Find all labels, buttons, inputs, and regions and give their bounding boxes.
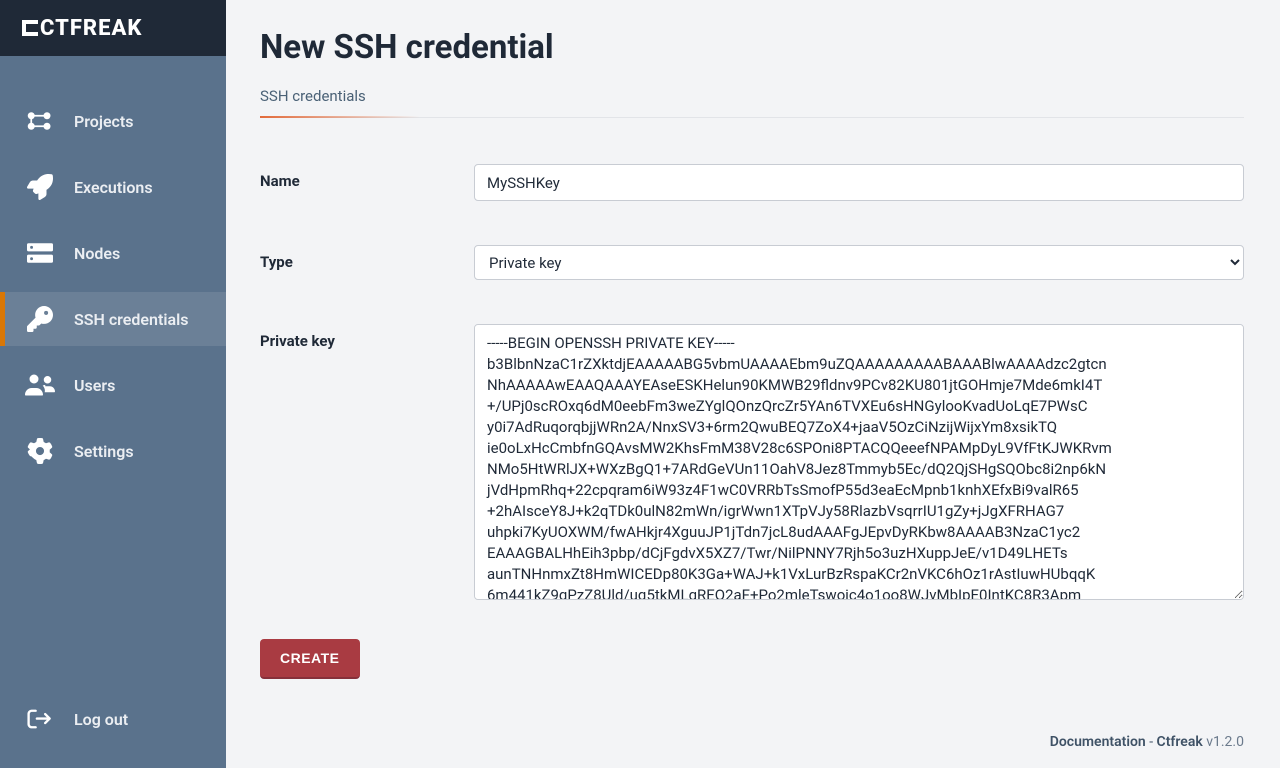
private-key-textarea[interactable]: -----BEGIN OPENSSH PRIVATE KEY----- b3Bl… <box>474 324 1244 600</box>
executions-icon <box>22 174 58 200</box>
brand-text: CTFREAK <box>40 16 142 41</box>
main-content: New SSH credential SSH credentials Name … <box>226 0 1280 768</box>
sidebar-item-label: Executions <box>74 178 153 197</box>
product-link[interactable]: Ctfreak <box>1157 734 1203 750</box>
sidebar-item-executions[interactable]: Executions <box>0 160 226 214</box>
settings-icon <box>22 438 58 464</box>
private-key-label: Private key <box>260 324 474 604</box>
footer-sep: - <box>1146 734 1157 750</box>
new-ssh-credential-form: Name Type Private key Private key -----B… <box>260 164 1244 679</box>
type-select[interactable]: Private key <box>474 245 1244 280</box>
users-icon <box>22 374 58 396</box>
sidebar-item-ssh-credentials[interactable]: SSH credentials <box>0 292 226 346</box>
nav: Projects Executions Nodes SSH credential… <box>0 56 226 692</box>
sidebar-item-users[interactable]: Users <box>0 358 226 412</box>
sidebar-item-label: SSH credentials <box>74 310 188 329</box>
sidebar-item-label: Settings <box>74 442 134 461</box>
key-icon <box>22 306 58 332</box>
sidebar-item-label: Nodes <box>74 244 120 263</box>
version-text: v1.2.0 <box>1206 734 1244 750</box>
documentation-link[interactable]: Documentation <box>1050 734 1146 750</box>
nodes-icon <box>22 242 58 264</box>
sidebar-item-nodes[interactable]: Nodes <box>0 226 226 280</box>
name-input[interactable] <box>474 164 1244 201</box>
name-label: Name <box>260 164 474 201</box>
create-button[interactable]: CREATE <box>260 639 360 679</box>
projects-icon <box>22 109 58 133</box>
sidebar-item-label: Log out <box>74 710 128 729</box>
sidebar-item-logout[interactable]: Log out <box>0 692 226 746</box>
logo[interactable]: CTFREAK <box>0 0 226 56</box>
breadcrumb[interactable]: SSH credentials <box>260 87 1244 118</box>
logout-icon <box>22 708 58 730</box>
type-label: Type <box>260 245 474 280</box>
sidebar-item-label: Users <box>74 376 115 395</box>
logo-icon <box>22 20 38 36</box>
footer: Documentation - Ctfreak v1.2.0 <box>260 724 1244 760</box>
sidebar-item-settings[interactable]: Settings <box>0 424 226 478</box>
sidebar-item-label: Projects <box>74 112 134 131</box>
page-title: New SSH credential <box>260 28 1244 67</box>
sidebar-item-projects[interactable]: Projects <box>0 94 226 148</box>
sidebar: CTFREAK Projects Executions Nodes SSH cr… <box>0 0 226 768</box>
